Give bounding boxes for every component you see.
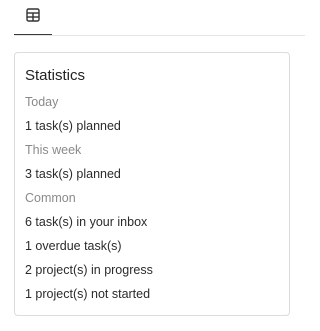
stat-today-planned: 1 task(s) planned: [25, 119, 121, 133]
statistics-card: Statistics Today 1 task(s) planned This …: [14, 52, 290, 316]
section-this-week: This week 3 task(s) planned: [25, 138, 279, 186]
stat-overdue-tasks: 1 overdue task(s): [25, 239, 122, 253]
statistics-title: Statistics: [25, 67, 86, 84]
stat-inbox-tasks: 6 task(s) in your inbox: [25, 215, 148, 229]
stat-projects-not-started: 1 project(s) not started: [25, 287, 151, 301]
section-label-today: Today: [25, 95, 59, 109]
section-label-this-week: This week: [25, 143, 82, 157]
tab-statistics[interactable]: [14, 0, 52, 34]
stat-projects-in-progress: 2 project(s) in progress: [25, 263, 153, 277]
section-common: Common 6 task(s) in your inbox 1 overdue…: [25, 186, 279, 306]
tab-divider: [14, 35, 305, 36]
section-today: Today 1 task(s) planned: [25, 90, 279, 138]
dashboard-icon: [26, 7, 40, 27]
section-label-common: Common: [25, 191, 76, 205]
tab-bar: [0, 0, 305, 36]
stat-week-planned: 3 task(s) planned: [25, 167, 121, 181]
